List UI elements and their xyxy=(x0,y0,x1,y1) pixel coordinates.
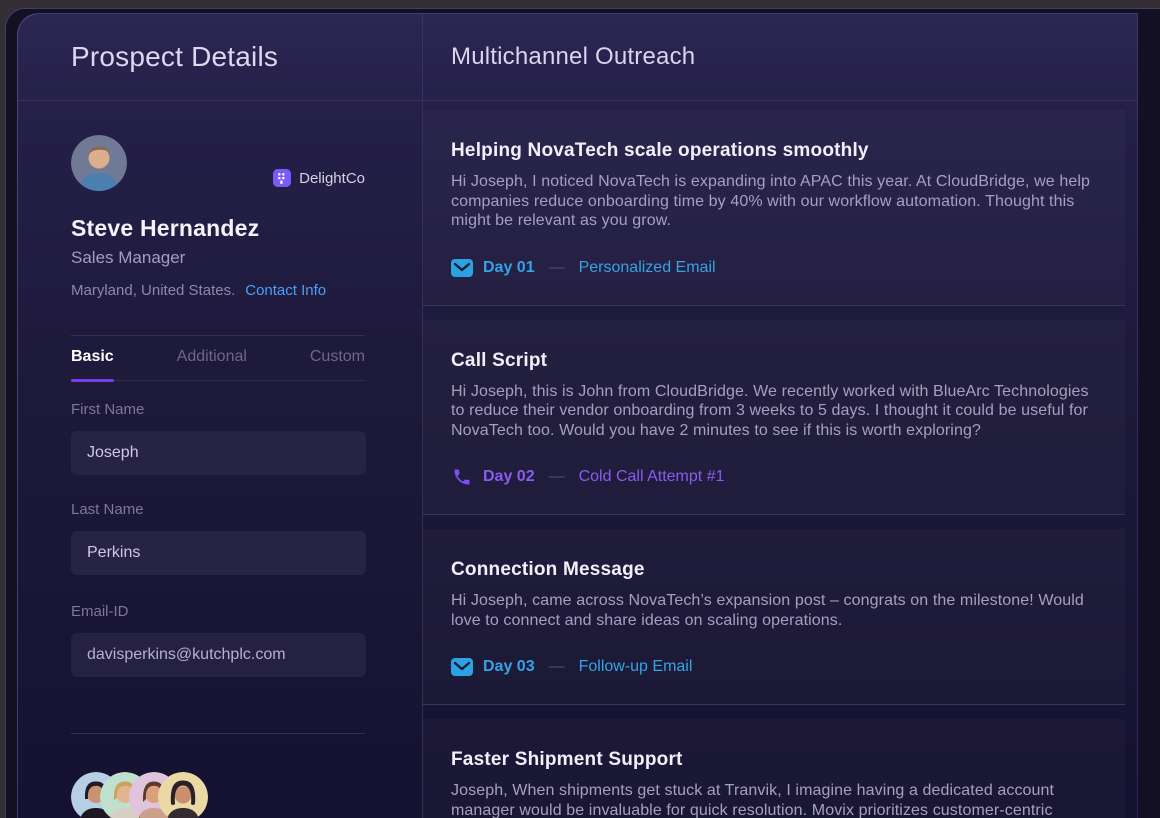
day-badge: Day 02 xyxy=(483,468,535,486)
outreach-card-day-01: Helping NovaTech scale operations smooth… xyxy=(423,110,1125,306)
outreach-card-day-03: Connection Message Hi Joseph, came acros… xyxy=(423,529,1125,705)
company-badge: DelightCo xyxy=(273,169,365,187)
separator-dash: — xyxy=(549,658,565,676)
prospect-name: Steve Hernandez xyxy=(71,215,365,242)
mail-icon xyxy=(451,656,473,678)
separator-dash: — xyxy=(549,259,565,277)
email-field[interactable] xyxy=(71,633,366,677)
first-name-label: First Name xyxy=(71,401,365,418)
card-footer: Day 02 — Cold Call Attempt #1 xyxy=(451,466,1100,488)
card-footer: Day 01 — Personalized Email xyxy=(451,257,1100,279)
prospect-details-panel: DelightCo Steve Hernandez Sales Manager … xyxy=(18,101,423,818)
prospect-location: Maryland, United States. xyxy=(71,282,235,299)
prospect-role: Sales Manager xyxy=(71,248,365,268)
card-body: Hi Joseph, came across NovaTech’s expans… xyxy=(451,591,1100,630)
divider xyxy=(71,733,365,734)
section-title: Multichannel Outreach xyxy=(451,43,695,71)
separator-dash: — xyxy=(549,468,565,486)
card-footer: Day 03 — Follow-up Email xyxy=(451,656,1100,678)
profile-row: DelightCo xyxy=(71,135,365,191)
card-title: Helping NovaTech scale operations smooth… xyxy=(451,140,1100,162)
page-title: Prospect Details xyxy=(71,41,278,73)
building-icon xyxy=(273,169,291,187)
card-body: Hi Joseph, I noticed NovaTech is expandi… xyxy=(451,172,1100,231)
panel-body: DelightCo Steve Hernandez Sales Manager … xyxy=(18,101,1137,818)
card-body: Joseph, When shipments get stuck at Tran… xyxy=(451,781,1100,818)
first-name-field[interactable] xyxy=(71,431,366,475)
card-title: Connection Message xyxy=(451,559,1100,581)
channel-link[interactable]: Cold Call Attempt #1 xyxy=(579,468,725,486)
last-name-field[interactable] xyxy=(71,531,366,575)
outreach-card-day-02: Call Script Hi Joseph, this is John from… xyxy=(423,320,1125,516)
outreach-header: Multichannel Outreach xyxy=(423,14,1137,100)
prospect-header: Prospect Details xyxy=(18,14,423,100)
person-photo-icon xyxy=(71,135,127,191)
card-title: Faster Shipment Support xyxy=(451,749,1100,771)
day-badge: Day 01 xyxy=(483,259,535,277)
email-label: Email-ID xyxy=(71,603,365,620)
main-panel: Prospect Details Multichannel Outreach xyxy=(17,13,1138,818)
location-row: Maryland, United States. Contact Info xyxy=(71,282,365,299)
tab-basic[interactable]: Basic xyxy=(71,336,114,380)
outreach-card-4: Faster Shipment Support Joseph, When shi… xyxy=(423,719,1125,818)
team-avatar xyxy=(158,772,208,818)
tab-custom[interactable]: Custom xyxy=(310,336,365,380)
contact-info-link[interactable]: Contact Info xyxy=(245,282,326,299)
company-name: DelightCo xyxy=(299,170,365,187)
outreach-panel: Helping NovaTech scale operations smooth… xyxy=(423,101,1137,818)
app-window: Prospect Details Multichannel Outreach xyxy=(0,0,1160,818)
last-name-label: Last Name xyxy=(71,501,365,518)
card-body: Hi Joseph, this is John from CloudBridge… xyxy=(451,382,1100,441)
card-title: Call Script xyxy=(451,350,1100,372)
prospect-avatar xyxy=(71,135,127,191)
panel-header: Prospect Details Multichannel Outreach xyxy=(18,14,1137,101)
mail-icon xyxy=(451,257,473,279)
channel-link[interactable]: Personalized Email xyxy=(579,259,716,277)
phone-icon xyxy=(451,466,473,488)
channel-link[interactable]: Follow-up Email xyxy=(579,658,693,676)
tab-additional[interactable]: Additional xyxy=(177,336,247,380)
detail-tabs: Basic Additional Custom xyxy=(71,336,365,381)
team-avatars xyxy=(71,772,365,818)
day-badge: Day 03 xyxy=(483,658,535,676)
